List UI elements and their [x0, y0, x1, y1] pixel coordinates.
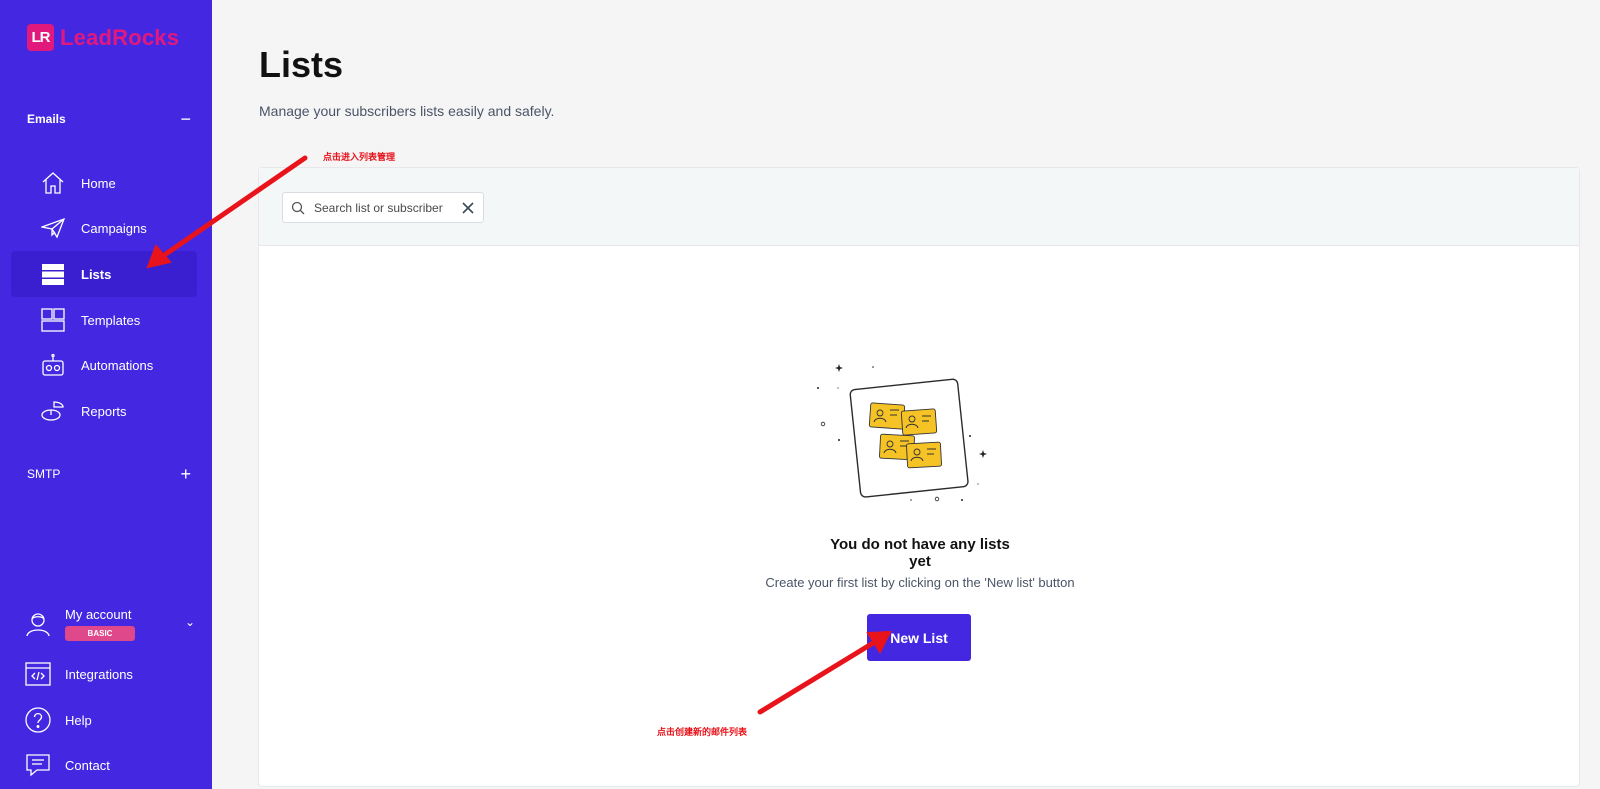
sidebar-item-label: Campaigns [81, 220, 147, 236]
collapse-icon[interactable]: − [180, 110, 191, 128]
sidebar-item-label: Templates [81, 312, 141, 328]
templates-icon [41, 308, 65, 332]
plan-badge: BASIC [65, 626, 135, 641]
brand-logo[interactable]: LR LeadRocks [27, 24, 179, 51]
sidebar-item-label: Help [65, 712, 92, 728]
clear-icon[interactable] [461, 201, 475, 215]
sidebar-item-help[interactable]: Help [25, 707, 195, 733]
home-icon [41, 171, 65, 195]
sidebar-item-label: Reports [81, 403, 127, 419]
sidebar-item-campaigns[interactable]: Campaigns [11, 205, 197, 251]
sidebar-item-integrations[interactable]: Integrations [25, 661, 195, 687]
page-subtitle: Manage your subscribers lists easily and… [259, 103, 555, 119]
empty-lists-illustration [817, 364, 987, 502]
sidebar-item-label: Automations [81, 357, 154, 373]
logo-mark: LR [27, 24, 54, 51]
annotation-new-list: 点击创建新的邮件列表 [657, 727, 748, 737]
list-icon [41, 262, 65, 286]
user-icon [25, 611, 51, 637]
sidebar: LR LeadRocks Emails − Home Campaigns Lis… [0, 0, 212, 789]
lists-toolbar [259, 168, 1579, 246]
empty-state-subtitle: Create your first list by clicking on th… [765, 575, 1075, 590]
search-icon [291, 201, 305, 214]
sidebar-item-automations[interactable]: Automations [11, 342, 197, 388]
question-icon [25, 707, 51, 733]
section-smtp-label: SMTP [27, 467, 61, 481]
sidebar-item-label: Contact [65, 757, 110, 773]
account-menu[interactable]: My account BASIC ⌄ [25, 607, 195, 641]
sidebar-item-label: Home [81, 175, 116, 191]
sidebar-item-lists[interactable]: Lists [11, 251, 197, 297]
chat-icon [25, 752, 51, 778]
search-box[interactable] [282, 192, 484, 223]
section-emails-header[interactable]: Emails − [27, 110, 191, 128]
expand-icon[interactable]: + [180, 465, 191, 483]
sidebar-item-label: Lists [81, 266, 112, 282]
empty-state-title: You do not have any lists yet [830, 536, 1010, 570]
paper-plane-icon [41, 216, 65, 240]
sidebar-item-contact[interactable]: Contact [25, 752, 195, 778]
new-list-button[interactable]: New List [867, 614, 971, 661]
pie-chart-icon [41, 399, 65, 423]
chevron-down-icon[interactable]: ⌄ [185, 615, 195, 629]
sidebar-item-reports[interactable]: Reports [11, 388, 197, 434]
account-label: My account [65, 607, 132, 622]
robot-icon [41, 353, 65, 377]
search-input[interactable] [314, 200, 454, 215]
annotation-lists: 点击进入列表管理 [323, 152, 396, 162]
sidebar-item-home[interactable]: Home [11, 160, 197, 206]
section-emails-label: Emails [27, 112, 66, 126]
logo-text: LeadRocks [60, 24, 180, 50]
code-window-icon [25, 661, 51, 687]
page-title: Lists [259, 44, 344, 85]
section-smtp-header[interactable]: SMTP + [27, 465, 191, 483]
sidebar-item-templates[interactable]: Templates [11, 297, 197, 343]
sidebar-item-label: Integrations [65, 666, 133, 682]
